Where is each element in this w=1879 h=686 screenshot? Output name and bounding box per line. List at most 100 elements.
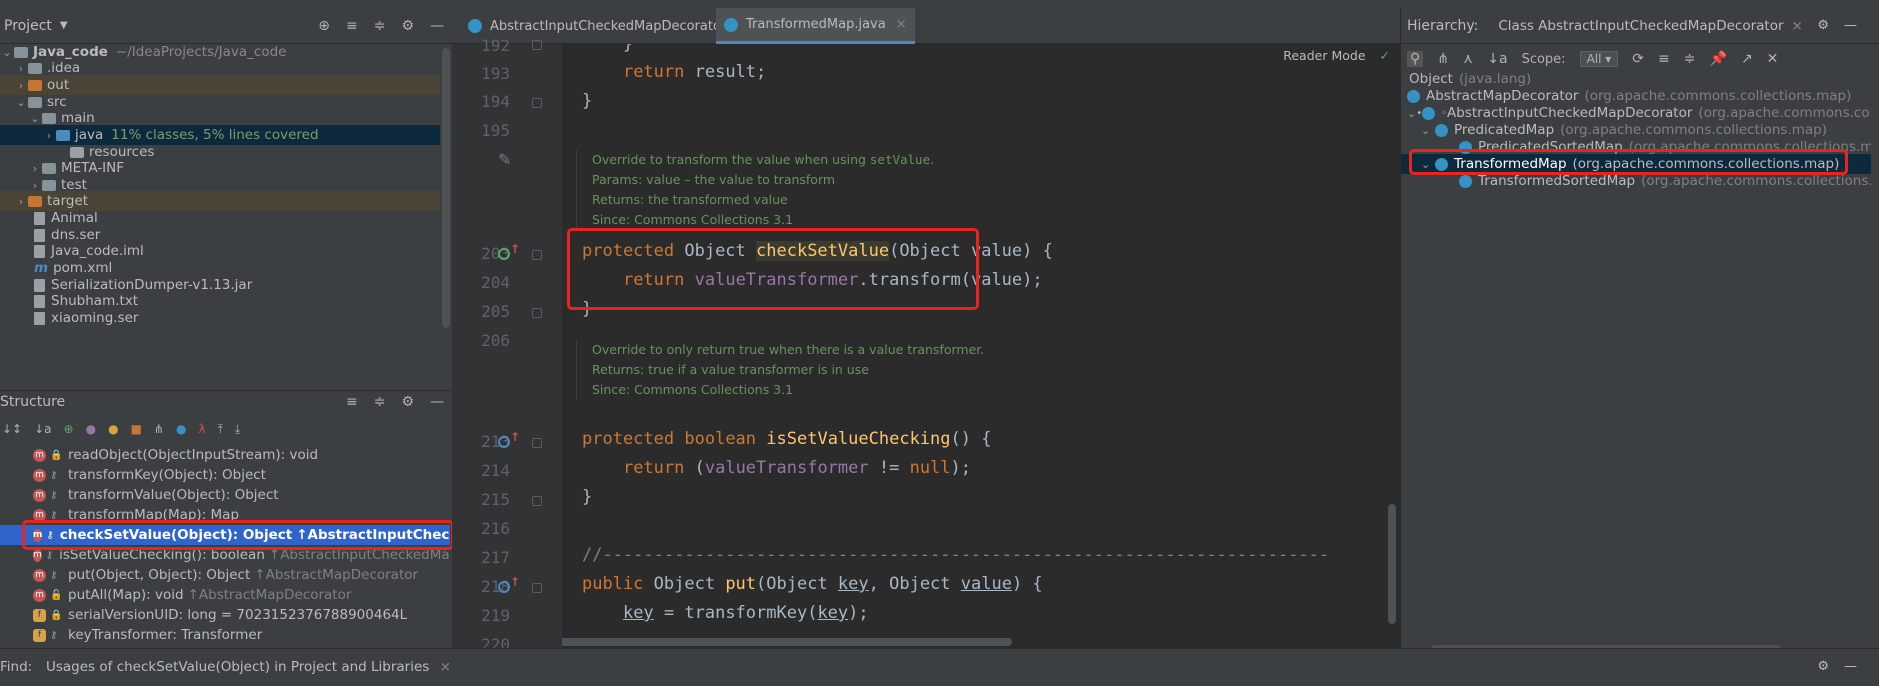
locate-icon[interactable]: ⊕ — [318, 18, 330, 34]
chevron-right-icon[interactable]: › — [14, 195, 28, 208]
chevron-right-icon[interactable]: › — [28, 162, 42, 175]
structure-header: Structure ≡ ≑ ⚙ — — [0, 391, 452, 413]
fold-icon[interactable] — [532, 98, 542, 108]
tab-transformed-map[interactable]: TransformedMap.java × — [716, 8, 915, 44]
class-name: PredicatedMap — [1454, 122, 1555, 138]
fold-icon[interactable] — [532, 250, 542, 260]
find-usages-tab[interactable]: Usages of checkSetValue(Object) in Proje… — [46, 659, 451, 675]
sort-visibility-icon[interactable]: ↓↕ — [2, 422, 22, 436]
expand-all-icon[interactable]: ≡ — [346, 394, 358, 410]
tree-item-label: out — [47, 77, 70, 93]
chevron-right-icon[interactable]: › — [42, 129, 56, 142]
scope-dropdown[interactable]: All ▾ — [1579, 51, 1619, 67]
override-icon[interactable] — [498, 436, 510, 448]
structure-item[interactable]: m ⚷ transformKey(Object): Object — [0, 465, 450, 485]
project-scrollbar[interactable] — [442, 48, 450, 328]
code-editor[interactable]: Reader Mode ✓ } return result; } Overrid… — [562, 44, 1400, 648]
class-icon — [1407, 89, 1420, 103]
show-lambdas-icon[interactable]: ● — [176, 422, 186, 436]
close-icon[interactable]: × — [1792, 18, 1803, 34]
supertypes-icon[interactable]: ⋔ — [1437, 51, 1449, 67]
editor-vertical-scrollbar[interactable] — [1388, 504, 1396, 624]
minimize-icon[interactable]: — — [1844, 18, 1857, 33]
open-in-editor-icon[interactable]: ↗ — [1741, 51, 1753, 67]
override-icon[interactable] — [498, 248, 510, 260]
show-anonymous-icon[interactable]: ⋔ — [154, 422, 164, 436]
gear-icon[interactable]: ⚙ — [401, 394, 414, 410]
field-name: valueTransformer — [704, 458, 869, 478]
autoscroll-from-source-icon[interactable]: ⤓ — [235, 422, 240, 437]
structure-item[interactable]: m 🔓 putAll(Map): void ↑AbstractMapDecorat… — [0, 585, 450, 605]
tree-item-xiaoming[interactable]: xiaoming.ser — [0, 308, 440, 328]
expand-all-icon[interactable]: ≡ — [346, 18, 358, 34]
coverage-text: 11% classes, 5% lines covered — [111, 127, 319, 143]
chevron-down-icon[interactable]: ⌄ — [28, 112, 42, 125]
tree-item-label: .idea — [47, 60, 81, 76]
fold-icon[interactable] — [532, 438, 542, 448]
chevron-down-icon[interactable]: ▼ — [60, 20, 68, 31]
expand-all-icon[interactable]: ≡ — [1658, 51, 1670, 67]
gear-icon[interactable]: ⚙ — [1817, 659, 1829, 674]
minimize-icon[interactable]: — — [430, 394, 444, 410]
collapse-all-icon[interactable]: ≑ — [374, 18, 386, 34]
tree-item-label: META-INF — [61, 160, 125, 176]
keyword-return: return — [622, 458, 685, 478]
chevron-down-icon[interactable]: ⌄ — [1407, 107, 1416, 120]
override-icon[interactable] — [498, 581, 510, 593]
editor-horizontal-scrollbar[interactable] — [562, 638, 1012, 646]
pin-icon[interactable]: 📌 — [1710, 51, 1727, 67]
gear-icon[interactable]: ⚙ — [1817, 18, 1829, 33]
autoscroll-to-source-icon[interactable]: ⤒ — [218, 422, 223, 437]
fold-icon[interactable] — [532, 40, 542, 50]
structure-item[interactable]: m ⚷ put(Object, Object): Object ↑Abstract… — [0, 565, 450, 585]
sort-alpha-icon[interactable]: ↓a — [34, 422, 51, 436]
chevron-down-icon[interactable]: ⌄ — [0, 46, 14, 59]
lambda-icon[interactable]: λ — [198, 422, 205, 436]
field-icon: f — [33, 608, 46, 622]
lock-icon: 🔒 — [50, 609, 63, 621]
line-number: 193 — [481, 64, 510, 83]
hierarchy-tab[interactable]: Class AbstractInputCheckedMapDecorator × — [1498, 18, 1802, 34]
line-number: 204 — [481, 273, 510, 292]
close-icon[interactable]: × — [896, 17, 907, 32]
fold-icon[interactable] — [532, 308, 542, 318]
structure-item[interactable]: m ⚷ transformValue(Object): Object — [0, 485, 450, 505]
chevron-down-icon[interactable]: ⌄ — [14, 96, 28, 109]
subtypes-icon[interactable]: ⋏ — [1463, 51, 1473, 67]
collapse-all-icon[interactable]: ≑ — [1684, 51, 1696, 67]
sort-alpha-icon[interactable]: ↓a — [1487, 51, 1507, 67]
structure-item[interactable]: m 🔒 readObject(ObjectInputStream): void — [0, 445, 450, 465]
show-fields-icon[interactable]: ● — [108, 422, 118, 436]
project-panel-title[interactable]: Project — [4, 18, 52, 34]
collapse-all-icon[interactable]: ≑ — [374, 394, 386, 410]
editor-gutter: 192 193 194 195 ✎ 203 ↑ 204 205 206 213 … — [452, 36, 562, 654]
close-icon[interactable]: × — [440, 659, 451, 675]
structure-item[interactable]: f ⚷ keyTransformer: Transformer — [0, 625, 450, 645]
fold-icon[interactable] — [532, 496, 542, 506]
param-key: key — [817, 603, 849, 623]
chevron-right-icon[interactable]: › — [14, 62, 28, 75]
package-name: (org.apache.commons.colle — [1698, 105, 1871, 121]
show-properties-icon[interactable]: ● — [86, 422, 96, 436]
type-hierarchy-icon[interactable]: ⚲ — [1407, 51, 1424, 67]
structure-item[interactable]: f 🔒 serialVersionUID: long = 702315237678… — [0, 605, 450, 625]
fold-icon[interactable] — [532, 583, 542, 593]
show-non-public-icon[interactable]: ■ — [131, 422, 142, 436]
javadoc-block: Override to only return true when there … — [576, 340, 1396, 400]
chevron-right-icon[interactable]: › — [28, 179, 42, 192]
chevron-right-icon[interactable]: › — [14, 79, 28, 92]
chevron-down-icon[interactable]: ⌄ — [1421, 124, 1435, 137]
code-line: //--------------------------------------… — [582, 545, 1329, 565]
reader-mode[interactable]: Reader Mode ✓ — [1283, 44, 1390, 66]
minimize-icon[interactable]: — — [1844, 659, 1857, 674]
param-key: key — [622, 603, 654, 623]
param-value: value — [960, 574, 1012, 594]
class-name: AbstractMapDecorator — [1426, 88, 1579, 104]
show-inherited-icon[interactable]: ⊕ — [64, 422, 74, 436]
refresh-icon[interactable]: ⟳ — [1632, 51, 1644, 67]
hierarchy-tab-label: Class AbstractInputCheckedMapDecorator — [1498, 17, 1784, 34]
close-icon[interactable]: ✕ — [1767, 51, 1779, 67]
edit-doc-icon[interactable]: ✎ — [498, 150, 511, 169]
gear-icon[interactable]: ⚙ — [401, 18, 414, 34]
minimize-icon[interactable]: — — [430, 18, 444, 34]
